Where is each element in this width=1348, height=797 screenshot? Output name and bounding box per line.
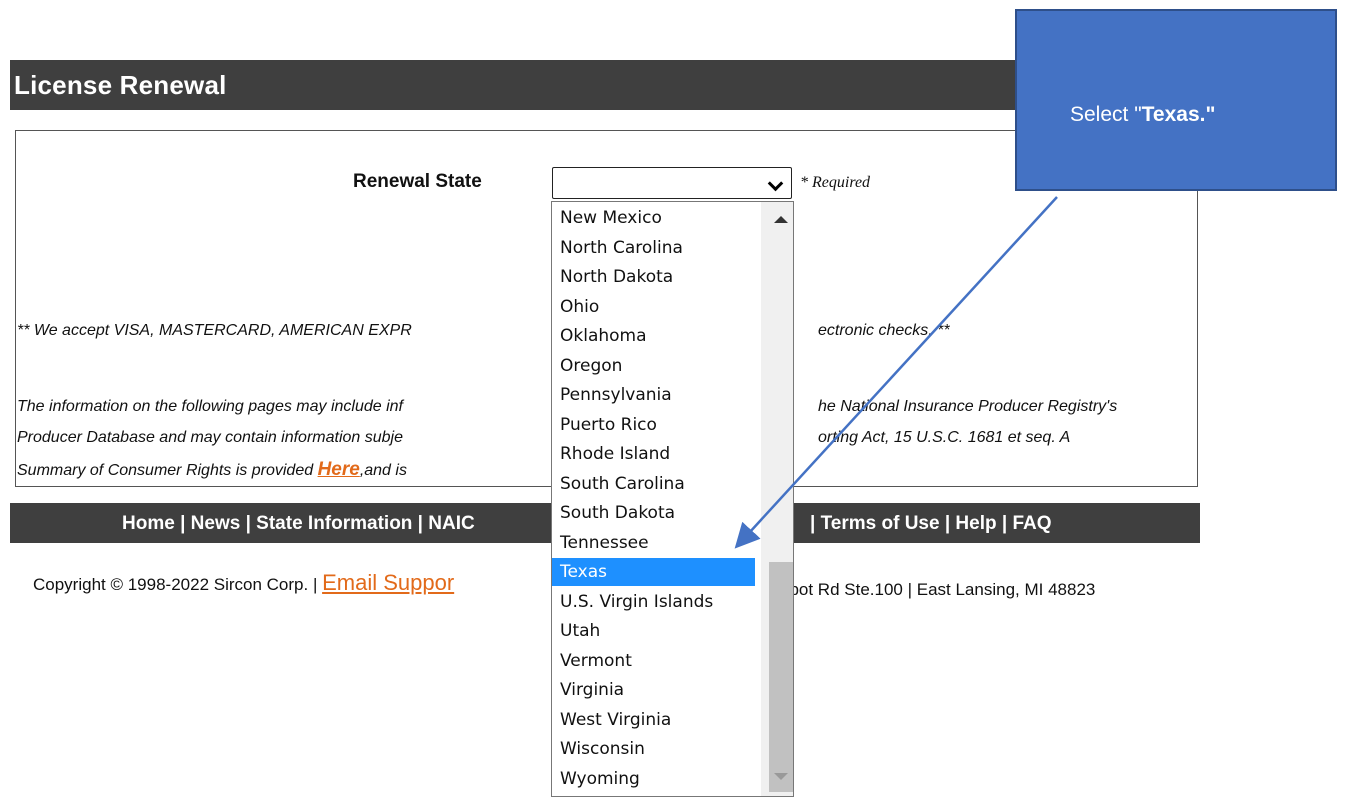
dropdown-option[interactable]: Wisconsin <box>552 735 755 763</box>
footer-nav-left[interactable]: Home | News | State Information | NAIC <box>122 513 475 535</box>
disclaimer-line2-right: orting Act, 15 U.S.C. 1681 et seq. A <box>818 429 1071 446</box>
dropdown-option[interactable]: Oklahoma <box>552 322 755 350</box>
payment-text-right: ectronic checks. ** <box>818 322 950 339</box>
callout-bold: Texas." <box>1141 103 1216 126</box>
page-title: License Renewal <box>14 70 227 100</box>
copyright-address: bbot Rd Ste.100 | East Lansing, MI 48823 <box>780 580 1096 599</box>
scroll-up-arrow-icon[interactable] <box>774 216 788 223</box>
dropdown-option[interactable]: North Dakota <box>552 263 755 291</box>
dropdown-option[interactable]: Wyoming <box>552 765 755 793</box>
dropdown-option[interactable]: Virginia <box>552 676 755 704</box>
chevron-down-icon <box>767 175 784 192</box>
instruction-callout: Select "Texas." <box>1015 9 1337 191</box>
renewal-state-label: Renewal State <box>353 171 482 192</box>
dropdown-option[interactable]: Oregon <box>552 352 755 380</box>
disclaimer-line3: Summary of Consumer Rights is provided H… <box>17 459 407 481</box>
renewal-state-select[interactable] <box>552 167 792 199</box>
email-support-link[interactable]: Email Suppor <box>322 570 454 595</box>
disclaimer-line3-after: ,and is <box>359 462 407 479</box>
payment-text-left: ** We accept VISA, MASTERCARD, AMERICAN … <box>17 322 412 339</box>
dropdown-option[interactable]: Texas <box>552 558 755 586</box>
dropdown-option[interactable]: Ohio <box>552 293 755 321</box>
disclaimer-line1-left: The information on the following pages m… <box>17 398 403 415</box>
disclaimer-line1-right: he National Insurance Producer Registry'… <box>818 398 1118 415</box>
scrollbar-thumb[interactable] <box>769 562 793 792</box>
dropdown-option[interactable]: Tennessee <box>552 529 755 557</box>
dropdown-scrollbar[interactable] <box>761 202 793 796</box>
footer-nav-right[interactable]: | Terms of Use | Help | FAQ <box>810 513 1052 535</box>
here-link[interactable]: Here <box>318 459 360 480</box>
dropdown-option[interactable]: West Virginia <box>552 706 755 734</box>
copyright-left: Copyright © 1998-2022 Sircon Corp. | <box>33 575 323 594</box>
disclaimer-line3-left: Summary of Consumer Rights is provided <box>17 462 318 479</box>
dropdown-option[interactable]: South Carolina <box>552 470 755 498</box>
dropdown-option[interactable]: North Carolina <box>552 234 755 262</box>
callout-text: Select "Texas." <box>1070 103 1215 127</box>
disclaimer-line2-left: Producer Database and may contain inform… <box>17 429 403 446</box>
required-note: * Required <box>800 174 871 191</box>
dropdown-option[interactable]: South Dakota <box>552 499 755 527</box>
scroll-down-arrow-icon[interactable] <box>774 773 788 780</box>
state-dropdown-list[interactable]: Wyoming Wisconsin West Virginia Virginia Ver… <box>551 201 794 797</box>
callout-prefix: Select " <box>1070 103 1142 126</box>
dropdown-option[interactable]: Vermont <box>552 647 755 675</box>
dropdown-option[interactable]: U.S. Virgin Islands <box>552 588 755 616</box>
dropdown-option[interactable]: Puerto Rico <box>552 411 755 439</box>
copyright: Copyright © 1998-2022 Sircon Corp. | Ema… <box>33 570 454 596</box>
dropdown-option[interactable]: New Mexico <box>552 204 755 232</box>
dropdown-option[interactable]: Rhode Island <box>552 440 755 468</box>
dropdown-option[interactable]: Pennsylvania <box>552 381 755 409</box>
dropdown-option[interactable]: Utah <box>552 617 755 645</box>
